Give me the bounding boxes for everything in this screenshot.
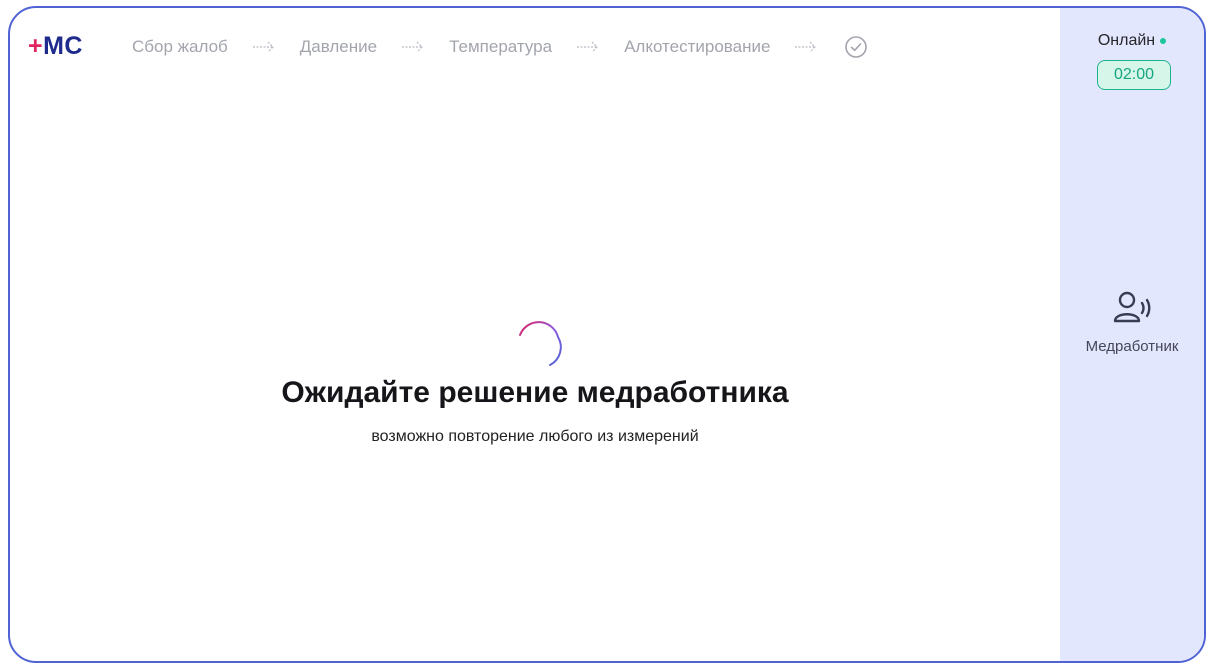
step-alcotest: Алкотестирование <box>624 37 771 56</box>
sidebar: Онлайн 02:00 Медработник <box>1060 8 1204 661</box>
logo-text: MC <box>43 32 83 60</box>
medic-call-button[interactable]: Медработник <box>1060 288 1204 355</box>
online-status: Онлайн <box>1060 32 1204 50</box>
arrow-right-icon <box>252 41 274 53</box>
logo-plus: + <box>28 32 44 60</box>
timer-badge: 02:00 <box>1097 60 1171 90</box>
online-status-label: Онлайн <box>1097 32 1156 49</box>
online-dot-icon <box>1160 37 1167 44</box>
page-title: Ожидайте решение медработника <box>281 376 789 409</box>
step-complaints: Сбор жалоб <box>132 37 228 56</box>
step-pressure: Давление <box>299 37 378 56</box>
logo: +MC <box>28 32 83 60</box>
check-circle-icon <box>845 36 868 58</box>
main-area: +MC Сбор жалоб Давление Температура Алко… <box>10 8 1060 661</box>
page-subtitle: возможно повторение любого из измерений <box>371 428 699 445</box>
spinner-icon <box>519 321 562 366</box>
arrow-right-icon <box>577 41 598 53</box>
app-frame: +MC Сбор жалоб Давление Температура Алко… <box>8 6 1206 663</box>
progress-steps: Сбор жалоб Давление Температура Алкотест… <box>132 34 868 60</box>
arrow-right-icon <box>402 41 423 53</box>
user-voice-icon <box>1113 291 1151 323</box>
step-temperature: Температура <box>449 37 553 56</box>
arrow-right-icon <box>795 41 817 53</box>
medic-label: Медработник <box>1085 338 1179 355</box>
